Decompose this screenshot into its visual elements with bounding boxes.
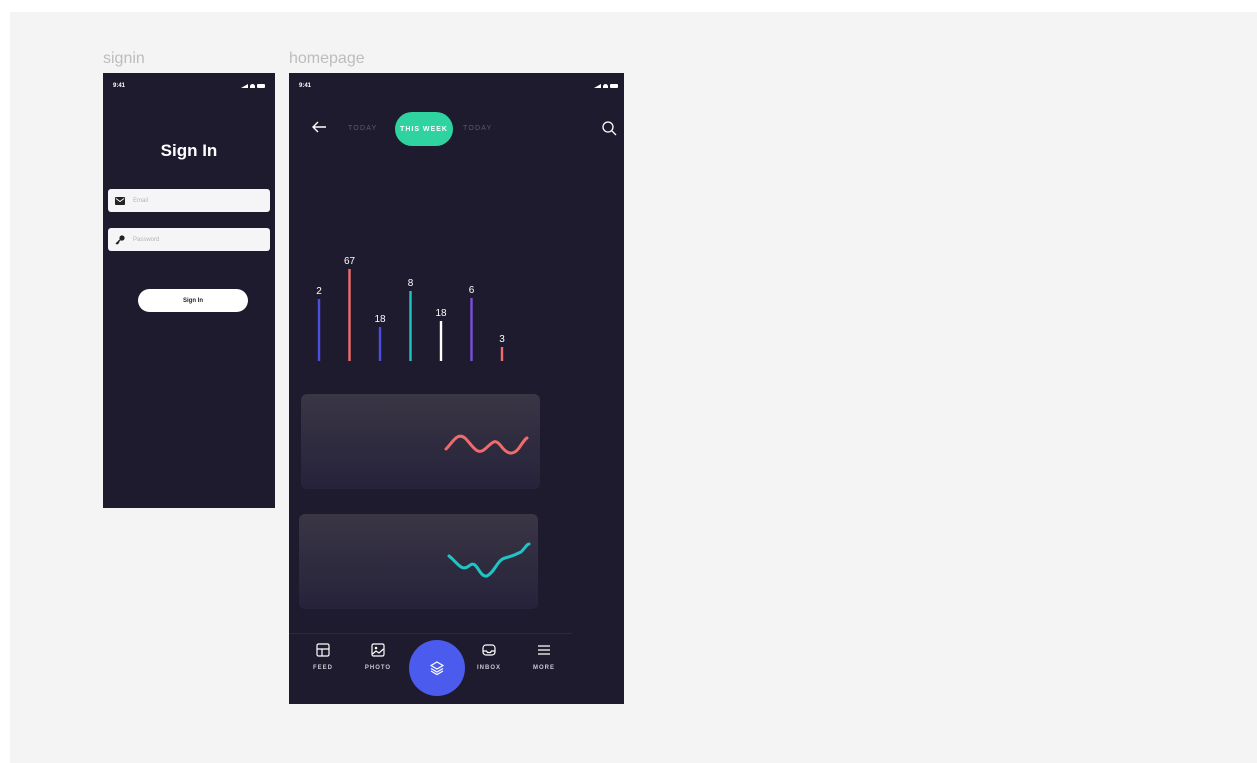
stats-card[interactable] — [299, 514, 538, 609]
chart-bar — [439, 321, 443, 361]
trend-line-red — [444, 434, 529, 455]
layout-icon — [316, 643, 330, 657]
nav-item-feed[interactable]: FEED — [303, 643, 343, 671]
tab-this-week[interactable]: THIS WEEK — [395, 112, 453, 146]
chart-value-label: 2 — [316, 286, 322, 297]
tab-today-left[interactable]: TODAY — [348, 125, 377, 132]
chart-bar — [348, 269, 351, 361]
status-time: 9:41 — [113, 83, 126, 89]
chart-bar — [500, 347, 504, 361]
chart-bar — [409, 291, 412, 361]
status-icons — [241, 84, 265, 88]
search-icon[interactable] — [602, 121, 617, 136]
nav-item-inbox[interactable]: INBOX — [469, 643, 509, 671]
trend-line-teal — [447, 542, 531, 578]
nav-label: FEED — [312, 665, 333, 671]
status-icons — [594, 84, 618, 88]
stats-card[interactable] — [301, 394, 540, 489]
nav-label: PHOTO — [364, 665, 392, 671]
chart-value-label: 6 — [469, 285, 475, 296]
homepage-screen: 9:41 TODAY THIS WEEK TODAY 2 67 18 8 18 6 3 FE… — [289, 73, 624, 704]
menu-icon — [538, 645, 550, 655]
back-arrow-icon[interactable] — [311, 120, 327, 134]
mail-icon — [115, 196, 125, 205]
nav-item-photo[interactable]: PHOTO — [358, 643, 398, 671]
email-placeholder: Email — [133, 197, 149, 204]
inbox-icon — [482, 644, 496, 656]
sign-in-button[interactable]: Sign In — [138, 289, 248, 312]
password-field[interactable]: Password — [108, 228, 270, 251]
layers-icon — [429, 661, 445, 676]
page-title: Sign In — [160, 141, 218, 160]
chart-bar — [317, 299, 321, 361]
tab-today-right[interactable]: TODAY — [463, 125, 492, 132]
wifi-icon — [250, 84, 255, 88]
chart-value-label: 18 — [374, 314, 386, 325]
chart-value-label: 18 — [435, 308, 447, 319]
layers-fab-button[interactable] — [409, 640, 465, 696]
status-time: 9:41 — [299, 83, 312, 89]
bar-chart: 2 67 18 8 18 6 3 — [316, 256, 505, 361]
homepage-frame-label: homepage — [289, 50, 365, 67]
signal-icon — [241, 84, 248, 88]
nav-label: MORE — [533, 665, 555, 671]
chart-value-label: 67 — [344, 256, 356, 267]
image-icon — [371, 643, 385, 657]
nav-item-more[interactable]: MORE — [524, 643, 564, 671]
key-icon — [115, 234, 125, 244]
battery-icon — [257, 84, 265, 88]
chart-bar — [470, 298, 473, 361]
chart-value-label: 3 — [499, 334, 505, 345]
chart-bar — [378, 327, 382, 361]
nav-label: INBOX — [476, 665, 501, 671]
battery-icon — [610, 84, 618, 88]
bottom-nav-divider — [289, 633, 572, 634]
password-placeholder: Password — [133, 236, 160, 243]
signin-frame-label: signin — [103, 50, 145, 67]
signin-screen: 9:41 Sign In Email Password Sign In — [103, 73, 275, 508]
chart-value-label: 8 — [408, 278, 414, 289]
email-field[interactable]: Email — [108, 189, 270, 212]
wifi-icon — [603, 84, 608, 88]
signal-icon — [594, 84, 601, 88]
